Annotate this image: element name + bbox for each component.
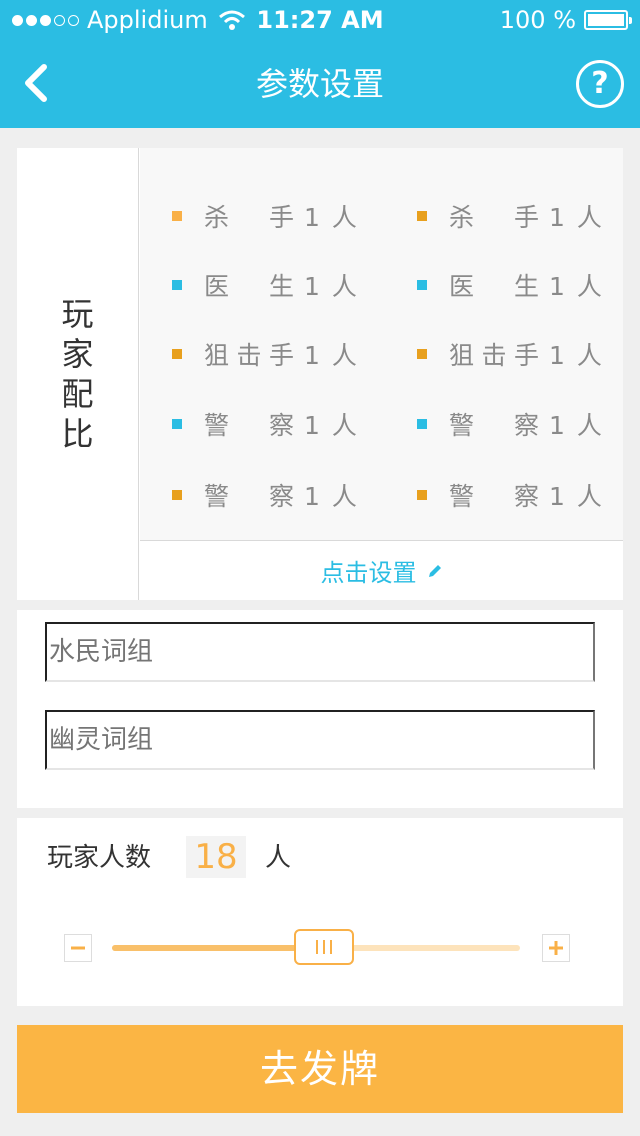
pencil-icon	[427, 563, 443, 579]
role-name: 警察	[204, 411, 296, 440]
help-button[interactable]: ?	[576, 60, 624, 108]
role-count: 1 人	[304, 411, 359, 440]
role-setting-label: 点击设置	[320, 559, 417, 587]
role-count: 1 人	[549, 272, 604, 301]
role-ratio-label-column: 玩家配比	[17, 148, 139, 600]
role-count: 1 人	[304, 341, 359, 370]
role-name: 警察	[204, 482, 296, 511]
role-ratio-label: 玩家配比	[61, 295, 94, 453]
role-name: 狙击手	[204, 341, 296, 370]
role-ratio-card: 玩家配比 杀手 1 人杀手 1 人医生 1 人医生 1 人狙击手 1 人狙击手 1 人警察 1…	[17, 148, 623, 600]
role-item: 医生 1 人	[417, 265, 604, 305]
role-count: 1 人	[304, 482, 359, 511]
role-item: 警察 1 人	[172, 475, 359, 515]
role-count: 1 人	[549, 411, 604, 440]
civilian-word-input[interactable]	[45, 622, 595, 682]
role-color-dot	[417, 280, 427, 290]
role-color-dot	[172, 349, 182, 359]
player-count-unit: 人	[265, 843, 292, 873]
role-color-dot	[172, 211, 182, 221]
player-count-value: 18	[186, 836, 246, 878]
battery-icon	[584, 10, 632, 30]
word-group-card	[17, 610, 623, 808]
role-name: 医生	[449, 272, 541, 301]
role-color-dot	[172, 490, 182, 500]
role-color-dot	[172, 419, 182, 429]
role-color-dot	[417, 211, 427, 221]
deal-cards-button[interactable]: 去发牌	[17, 1025, 623, 1113]
role-name: 警察	[449, 411, 541, 440]
player-count-label: 玩家人数	[47, 843, 152, 873]
role-item: 杀手 1 人	[417, 196, 604, 236]
plus-icon	[549, 941, 563, 955]
slider-fill	[112, 945, 325, 951]
role-color-dot	[417, 349, 427, 359]
role-item: 警察 1 人	[172, 404, 359, 444]
status-bar: Applidium 11:27 AM 100 %	[0, 0, 640, 40]
role-item: 狙击手 1 人	[172, 334, 359, 374]
role-color-dot	[417, 490, 427, 500]
increment-button[interactable]	[542, 934, 570, 962]
role-color-dot	[172, 280, 182, 290]
back-button[interactable]	[10, 58, 60, 108]
chevron-left-icon	[25, 64, 47, 102]
role-name: 杀手	[449, 203, 541, 232]
role-name: 狙击手	[449, 341, 541, 370]
page-title: 参数设置	[255, 65, 384, 103]
role-name: 杀手	[204, 203, 296, 232]
role-grid: 杀手 1 人杀手 1 人医生 1 人医生 1 人狙击手 1 人狙击手 1 人警察 1 人警察 1…	[140, 148, 623, 540]
role-count: 1 人	[549, 203, 604, 232]
slider-handle[interactable]	[294, 929, 355, 965]
role-name: 医生	[204, 272, 296, 301]
role-item: 杀手 1 人	[172, 196, 359, 236]
role-item: 警察 1 人	[417, 404, 604, 444]
role-item: 狙击手 1 人	[417, 334, 604, 374]
app-header: Applidium 11:27 AM 100 % 参数设置 ?	[0, 0, 640, 128]
minus-icon	[71, 946, 85, 950]
ghost-word-input[interactable]	[45, 710, 595, 770]
nav-bar: 参数设置 ?	[0, 40, 640, 128]
role-count: 1 人	[549, 482, 604, 511]
role-item: 警察 1 人	[417, 475, 604, 515]
player-count-card: 玩家人数 18 人	[17, 818, 623, 1006]
decrement-button[interactable]	[64, 934, 92, 962]
role-count: 1 人	[304, 272, 359, 301]
role-setting-button[interactable]: 点击设置	[140, 540, 623, 600]
role-count: 1 人	[549, 341, 604, 370]
role-color-dot	[417, 419, 427, 429]
role-count: 1 人	[304, 203, 359, 232]
role-name: 警察	[449, 482, 541, 511]
role-item: 医生 1 人	[172, 265, 359, 305]
battery-percent: 100 %	[499, 6, 576, 34]
